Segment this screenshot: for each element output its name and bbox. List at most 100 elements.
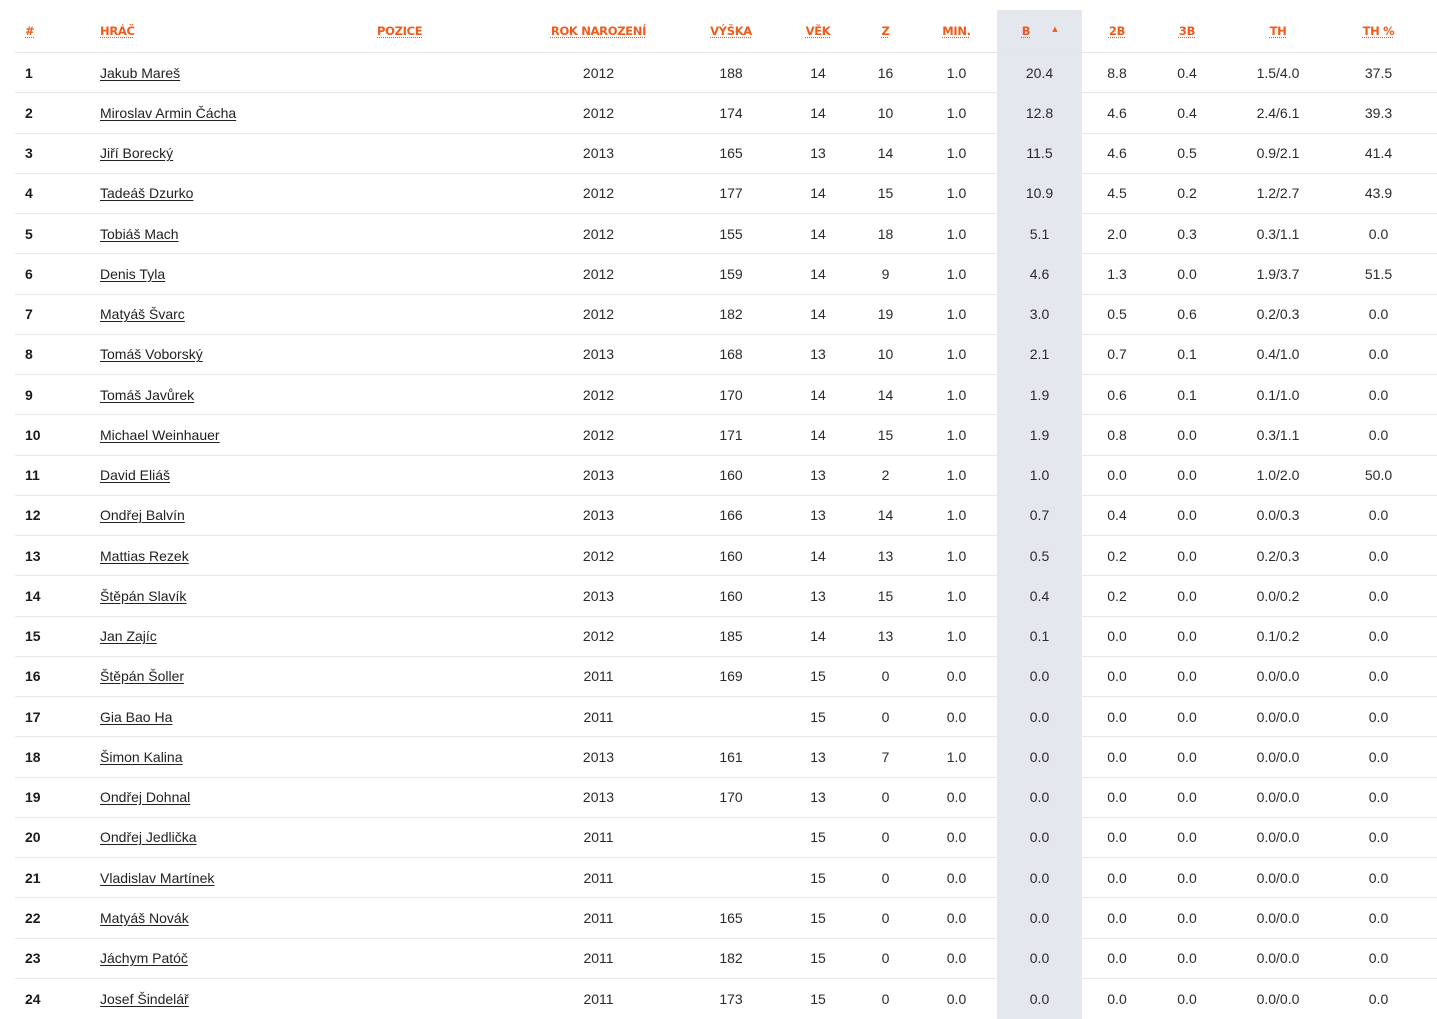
fouls-cell: 0.1	[1423, 495, 1437, 537]
age-cell: 13	[781, 495, 855, 537]
player-name-link[interactable]: Tomáš Javůrek	[100, 387, 194, 403]
two-pointers-cell: 0.0	[1082, 455, 1152, 496]
header-birth-year[interactable]: ROK NAROZENÍ	[516, 10, 681, 53]
birth-year-cell: 2013	[516, 777, 681, 818]
player-name-link[interactable]: Tobiáš Mach	[100, 226, 179, 242]
header-free-throw-pct[interactable]: TH %	[1334, 10, 1423, 53]
caret-up-icon: ▲	[1052, 25, 1058, 33]
two-pointers-cell: 0.0	[1082, 817, 1152, 859]
two-pointers-cell: 0.2	[1082, 575, 1152, 617]
player-name-link[interactable]: Tadeáš Dzurko	[100, 185, 193, 201]
position-cell	[320, 656, 516, 698]
header-player[interactable]: HRÁČ	[100, 10, 320, 53]
player-name-link[interactable]: Miroslav Armin Čácha	[100, 105, 236, 121]
player-name-link[interactable]: Tomáš Voborský	[100, 346, 203, 362]
player-name-cell: Ondřej Dohnal	[100, 777, 320, 818]
header-points-sorted[interactable]: B ▲	[997, 10, 1082, 53]
minutes-cell: 0.0	[946, 990, 967, 1007]
birth-year-cell: 2012	[516, 92, 681, 134]
player-name-link[interactable]: Michael Weinhauer	[100, 427, 220, 443]
rank-cell: 24	[25, 990, 41, 1007]
fouls-cell: 1.5	[1423, 294, 1437, 335]
player-name-link[interactable]: Ondřej Jedlička	[100, 829, 197, 845]
player-name-link[interactable]: Jakub Mareš	[100, 65, 180, 81]
player-name-link[interactable]: Matyáš Švarc	[100, 306, 185, 322]
two-pointers-cell: 2.0	[1082, 213, 1152, 255]
header-height[interactable]: VÝŠKA	[681, 10, 781, 53]
position-cell	[320, 495, 516, 537]
minutes-cell: 1.0	[916, 575, 997, 617]
header-games[interactable]: Z	[855, 10, 916, 53]
position-cell	[320, 455, 516, 496]
rank-cell: 1	[15, 52, 100, 94]
player-name-link[interactable]: Gia Bao Ha	[100, 709, 172, 725]
header-age[interactable]: VĚK	[781, 10, 855, 53]
header-minutes[interactable]: MIN.	[916, 10, 997, 53]
player-name-link[interactable]: Matyáš Novák	[100, 910, 189, 926]
games-cell: 0	[855, 938, 916, 979]
three-pointers-cell: 0.0	[1152, 616, 1222, 657]
birth-year-cell: 2011	[516, 857, 681, 899]
free-throw-pct-cell: 0.0	[1334, 857, 1423, 899]
two-pointers-cell: 0.8	[1082, 414, 1152, 456]
player-name-link[interactable]: Jáchym Patóč	[100, 950, 188, 966]
table-row: 20 Ondřej Jedlička 2011 15 0 0.0 0.0 0.0 0.0 0.0/…	[15, 817, 1437, 859]
two-pointers-cell: 4.6	[1082, 133, 1152, 174]
player-name-cell: Tadeáš Dzurko	[100, 173, 320, 215]
player-name-link[interactable]: Štěpán Šoller	[100, 668, 184, 684]
player-name-link[interactable]: Šimon Kalina	[100, 749, 183, 765]
player-name-link[interactable]: Štěpán Slavík	[100, 588, 186, 604]
player-name-link[interactable]: Denis Tyla	[100, 266, 165, 282]
player-name-cell: Vladislav Martínek	[100, 857, 320, 899]
header-two-pointers[interactable]: 2B	[1082, 10, 1152, 53]
table-row: 6 Denis Tyla 2012 159 14 9 1.0 4.6 1.3 0.0 1.9/3.7…	[15, 253, 1437, 295]
height-cell: 160	[681, 575, 781, 617]
rank-cell: 2	[15, 92, 100, 134]
player-name-cell: Tomáš Javůrek	[100, 374, 320, 416]
rank-cell: 23	[15, 938, 100, 979]
player-name-cell: Tobiáš Mach	[100, 213, 320, 255]
header-free-throws[interactable]: TH	[1222, 10, 1334, 53]
points-cell: 11.5	[997, 133, 1082, 174]
two-pointers-cell: 0.0	[1082, 777, 1152, 818]
free-throw-pct-cell: 0.0	[1334, 495, 1423, 537]
position-cell	[320, 253, 516, 295]
fouls-cell: 0.0	[1423, 777, 1437, 818]
player-name-cell: Miroslav Armin Čácha	[100, 92, 320, 134]
table-row: 2 Miroslav Armin Čácha 2012 174 14 10 1.0 12.8 4…	[15, 92, 1437, 134]
birth-year-cell: 2012	[516, 414, 681, 456]
player-name-link[interactable]: Ondřej Balvín	[100, 507, 185, 523]
free-throw-pct-cell: 0.0	[1334, 213, 1423, 255]
minutes-cell: 1.0	[916, 133, 997, 174]
games-cell: 9	[855, 253, 916, 295]
rank-cell: 6	[15, 253, 100, 295]
header-three-pointers[interactable]: 3B	[1152, 10, 1222, 53]
free-throws-cell: 0.0/0.0	[1222, 938, 1334, 979]
three-pointers-cell: 0.0	[1152, 817, 1222, 859]
free-throws-cell: 0.4/1.0	[1222, 334, 1334, 376]
player-name-cell: Štěpán Slavík	[100, 575, 320, 617]
position-cell	[320, 857, 516, 899]
player-name-cell: Tomáš Voborský	[100, 334, 320, 376]
player-name-link[interactable]: Josef Šindelář	[100, 991, 189, 1007]
free-throws-cell: 1.5/4.0	[1222, 52, 1334, 94]
two-pointers-cell: 0.6	[1082, 374, 1152, 416]
player-name-link[interactable]: Jan Zajíc	[100, 628, 157, 644]
header-fouls[interactable]: F.	[1423, 10, 1437, 53]
header-position[interactable]: POZICE	[320, 10, 516, 53]
fouls-cell: 0.0	[1423, 696, 1437, 738]
age-cell: 13	[781, 133, 855, 174]
rank-cell: 14	[15, 575, 100, 617]
three-pointers-cell: 0.0	[1152, 857, 1222, 899]
free-throw-pct-cell: 50.0	[1334, 455, 1423, 496]
player-name-link[interactable]: David Eliáš	[100, 467, 170, 483]
player-name-link[interactable]: Ondřej Dohnal	[100, 789, 190, 805]
player-name-link[interactable]: Vladislav Martínek	[100, 870, 214, 886]
header-rank[interactable]: #	[15, 10, 100, 53]
fouls-cell: 0.4	[1423, 575, 1437, 617]
player-name-link[interactable]: Mattias Rezek	[100, 548, 189, 564]
height-cell: 177	[681, 173, 781, 215]
minutes-cell: 1.0	[916, 736, 997, 778]
three-pointers-cell: 0.5	[1152, 133, 1222, 174]
player-name-link[interactable]: Jiří Borecký	[100, 145, 173, 161]
